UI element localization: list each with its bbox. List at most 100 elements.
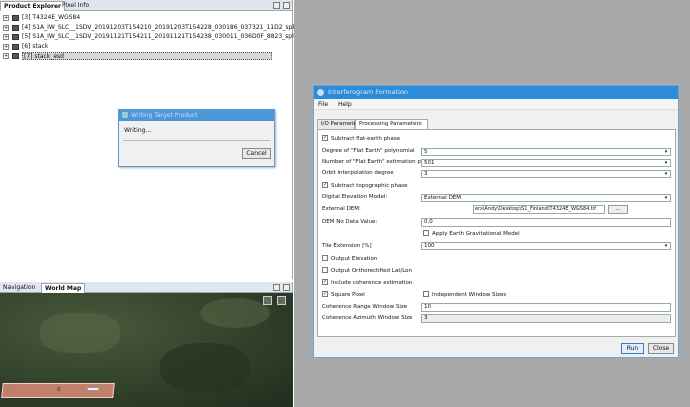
chevron-down-icon: ▾ bbox=[664, 149, 668, 155]
tile-value: 100 bbox=[424, 243, 435, 249]
tab-world-map[interactable]: World Map bbox=[41, 283, 86, 293]
chevron-down-icon: ▾ bbox=[664, 195, 668, 201]
square-pixel-checkbox[interactable]: ✓ bbox=[322, 290, 328, 297]
independent-row[interactable]: Independent Window Sizes bbox=[423, 290, 507, 300]
interferogram-title: Interferogram Formation bbox=[328, 88, 409, 96]
gravitational-row[interactable]: Apply Earth Gravitational Model bbox=[423, 229, 520, 239]
chevron-down-icon: ▾ bbox=[664, 243, 668, 249]
external-dem-field[interactable]: ers\Andy\Desktop\S1_Finland\T4324E_WGS84… bbox=[473, 205, 605, 214]
close-button[interactable]: Close bbox=[648, 343, 674, 354]
degree-label: Degree of "Flat Earth" polynomial bbox=[322, 148, 415, 154]
square-pixel-label: Square Pixel bbox=[331, 292, 365, 298]
world-map-view[interactable]: 8 bbox=[0, 293, 293, 407]
writing-dialog-title: Writing Target Product bbox=[131, 112, 198, 119]
run-button[interactable]: Run bbox=[621, 343, 644, 354]
app-icon bbox=[122, 112, 128, 118]
interferogram-dialog: Interferogram Formation File Help I/O Pa… bbox=[313, 85, 679, 358]
output-elevation-label: Output Elevation bbox=[331, 256, 378, 262]
nodata-field[interactable]: 0.0 bbox=[421, 218, 671, 227]
zoom-tool-icon[interactable] bbox=[263, 296, 272, 305]
dem-model-label: Digital Elevation Model: bbox=[322, 194, 388, 200]
writing-message: Writing... bbox=[124, 127, 152, 134]
menu-help[interactable]: Help bbox=[334, 101, 356, 108]
output-ortho-row[interactable]: Output Orthorectified Lat/Lon bbox=[322, 266, 413, 276]
minimize-icon[interactable] bbox=[273, 284, 280, 291]
expand-icon[interactable]: + bbox=[3, 34, 9, 40]
navigation-panel: Navigation World Map 8 bbox=[0, 282, 293, 407]
subtract-topo-checkbox[interactable]: ✓ bbox=[322, 181, 328, 188]
navigation-tabbar: Navigation World Map bbox=[0, 282, 292, 293]
menu-file[interactable]: File bbox=[314, 101, 332, 108]
tab-product-explorer[interactable]: Product Explorer bbox=[0, 1, 65, 11]
subtract-topo-label: Subtract topographic phase bbox=[331, 183, 408, 189]
independent-checkbox[interactable] bbox=[423, 290, 429, 297]
footprint-inner-box bbox=[86, 387, 100, 391]
product-icon bbox=[12, 53, 19, 59]
subtract-flat-earth-label: Subtract flat-earth phase bbox=[331, 136, 401, 142]
writing-dialog-titlebar[interactable]: Writing Target Product bbox=[119, 110, 274, 121]
product-name[interactable]: [4] S1A_IW_SLC__1SDV_20191203T154210_201… bbox=[22, 24, 298, 32]
tab-pixel-info[interactable]: Pixel Info bbox=[59, 1, 92, 11]
points-select[interactable]: 501 ▾ bbox=[421, 159, 671, 167]
points-value: 501 bbox=[424, 160, 435, 166]
chevron-down-icon: ▾ bbox=[664, 171, 668, 177]
tile-select[interactable]: 100 ▾ bbox=[421, 242, 671, 250]
menu-bar: File Help bbox=[314, 99, 678, 110]
browse-button[interactable]: ... bbox=[608, 205, 628, 214]
product-explorer-tabbar: Product Explorer Pixel Info bbox=[0, 0, 292, 11]
expand-icon[interactable]: + bbox=[3, 15, 9, 21]
tab-navigation[interactable]: Navigation bbox=[0, 283, 38, 293]
degree-select[interactable]: 5 ▾ bbox=[421, 148, 671, 156]
interferogram-titlebar[interactable]: Interferogram Formation bbox=[314, 86, 678, 99]
pan-tool-icon[interactable] bbox=[277, 296, 286, 305]
maximize-icon[interactable] bbox=[283, 2, 290, 9]
ext-dem-label: External DEM: bbox=[322, 206, 361, 212]
expand-icon[interactable]: + bbox=[3, 43, 9, 50]
product-name[interactable]: [3] T4324E_WGS84 bbox=[22, 14, 80, 22]
product-name[interactable]: [6] stack bbox=[22, 43, 48, 51]
product-icon bbox=[12, 24, 19, 31]
expand-icon[interactable]: + bbox=[3, 24, 9, 31]
terrain-patch bbox=[160, 343, 250, 393]
product-name-selected[interactable]: [7] stack_esd bbox=[22, 52, 272, 60]
output-elevation-row[interactable]: Output Elevation bbox=[322, 254, 378, 264]
output-elevation-checkbox[interactable] bbox=[322, 254, 328, 261]
product-icon bbox=[12, 15, 19, 21]
dem-model-select[interactable]: External DEM ▾ bbox=[421, 194, 671, 202]
include-coherence-label: Include coherence estimation bbox=[331, 280, 413, 286]
product-icon bbox=[12, 43, 19, 50]
orbit-value: 3 bbox=[424, 171, 428, 177]
product-icon bbox=[12, 34, 19, 40]
terrain-patch bbox=[200, 298, 270, 328]
orbit-select[interactable]: 3 ▾ bbox=[421, 170, 671, 178]
subtract-flat-earth-checkbox[interactable]: ✓ bbox=[322, 134, 328, 141]
chevron-down-icon: ▾ bbox=[664, 160, 668, 166]
gravitational-checkbox[interactable] bbox=[423, 229, 429, 236]
gravitational-label: Apply Earth Gravitational Model bbox=[432, 231, 520, 237]
subtract-topo-row[interactable]: ✓ Subtract topographic phase bbox=[322, 181, 408, 191]
range-field[interactable]: 10 bbox=[421, 303, 671, 312]
include-coherence-row[interactable]: ✓ Include coherence estimation bbox=[322, 278, 413, 288]
cancel-button[interactable]: Cancel bbox=[242, 148, 271, 159]
terrain-patch bbox=[40, 313, 120, 353]
minimize-icon[interactable] bbox=[273, 2, 280, 9]
azimuth-field: 3 bbox=[421, 314, 671, 323]
include-coherence-checkbox[interactable]: ✓ bbox=[322, 278, 328, 285]
expand-icon[interactable]: + bbox=[3, 53, 9, 59]
output-ortho-checkbox[interactable] bbox=[322, 266, 328, 273]
subtract-flat-earth-row[interactable]: ✓ Subtract flat-earth phase bbox=[322, 134, 401, 144]
processing-parameters-panel: ✓ Subtract flat-earth phase Degree of "Fl… bbox=[317, 129, 676, 337]
azimuth-label: Coherence Azimuth Window Size bbox=[322, 315, 413, 321]
square-pixel-row[interactable]: ✓ Square Pixel bbox=[322, 290, 365, 300]
tab-io-parameters[interactable]: I/O Parameters bbox=[317, 119, 362, 129]
output-ortho-label: Output Orthorectified Lat/Lon bbox=[331, 268, 413, 274]
degree-value: 5 bbox=[424, 149, 428, 155]
product-footprint[interactable]: 8 bbox=[1, 383, 115, 398]
divider bbox=[123, 140, 270, 141]
points-label: Number of "Flat Earth" estimation points bbox=[322, 159, 435, 165]
maximize-icon[interactable] bbox=[283, 284, 290, 291]
independent-label: Independent Window Sizes bbox=[432, 292, 507, 298]
app-icon bbox=[317, 89, 324, 96]
product-name[interactable]: [5] S1A_IW_SLC__1SDV_20191121T154211_201… bbox=[22, 33, 298, 41]
orbit-label: Orbit interpolation degree bbox=[322, 170, 394, 176]
